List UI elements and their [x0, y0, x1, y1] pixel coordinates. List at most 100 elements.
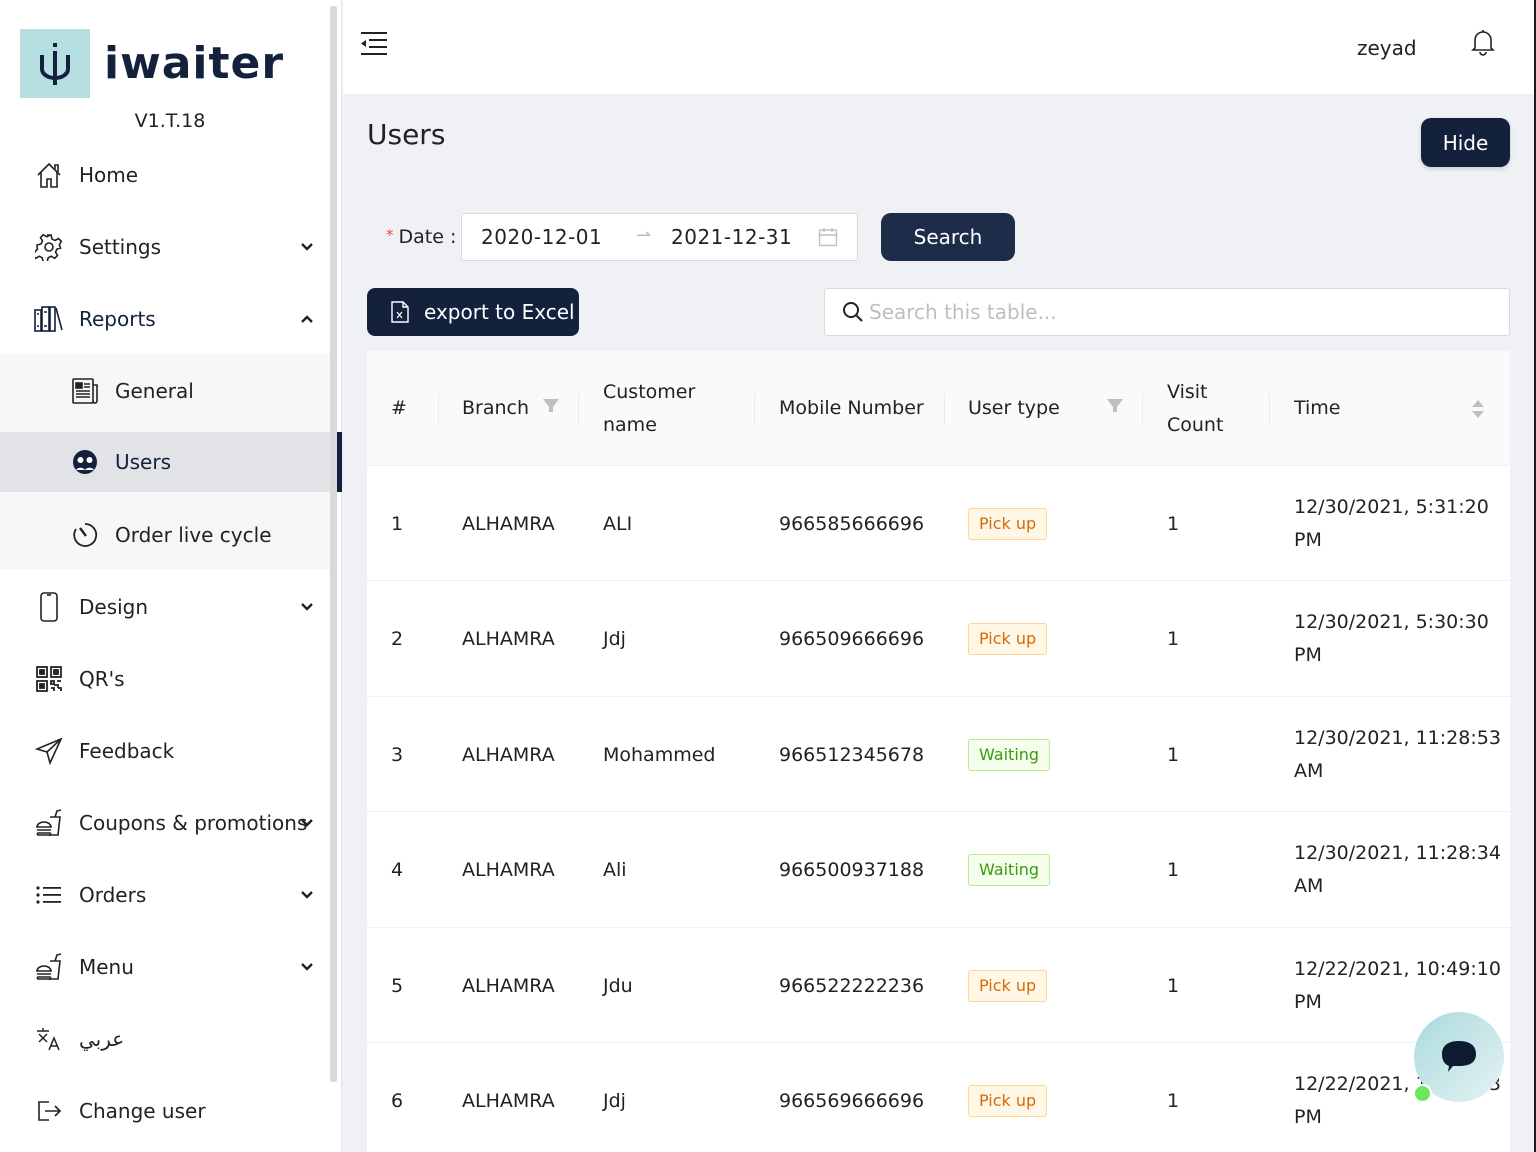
sidebar-item-language[interactable]: عربي	[0, 1009, 336, 1069]
cell-visit-count: 1	[1167, 1090, 1180, 1112]
cell-time: 12/30/2021, 5:31:20 PM	[1294, 495, 1489, 551]
users-table: # Branch Customer name Mobile Number Use…	[367, 351, 1510, 1152]
sidebar-item-feedback[interactable]: Feedback	[0, 721, 336, 781]
table-row[interactable]: 2 ALHAMRA Jdj 966509666696 Pick up 1 12/30/202…	[367, 582, 1510, 697]
sidebar-item-label: Reports	[79, 307, 156, 331]
column-header-mobile-number: Mobile Number	[779, 397, 924, 419]
cell-number: 2	[391, 628, 404, 650]
column-header-customer-name: Customer name	[603, 380, 696, 436]
fast-food-icon	[34, 808, 64, 838]
label-colon: :	[443, 226, 457, 248]
table-row[interactable]: 3 ALHAMRA Mohammed 966512345678 Waiting 1 12/3…	[367, 697, 1510, 812]
date-to-input[interactable]: 2021-12-31	[671, 225, 792, 249]
books-icon	[34, 304, 64, 334]
username[interactable]: zeyad	[1357, 36, 1417, 60]
cell-number: 6	[391, 1090, 404, 1112]
send-icon	[34, 736, 64, 766]
export-excel-button[interactable]: export to Excel	[367, 288, 579, 336]
sidebar-item-coupons-promotions[interactable]: Coupons & promotions	[0, 793, 336, 853]
sidebar-item-orders[interactable]: Orders	[0, 865, 336, 925]
logo[interactable]: iwaiter	[20, 29, 284, 98]
sidebar-item-label: QR's	[79, 667, 125, 691]
online-status-dot	[1413, 1084, 1432, 1103]
chevron-down-icon	[297, 813, 317, 833]
sidebar-item-general[interactable]: General	[0, 361, 336, 421]
column-divider	[754, 393, 755, 426]
sidebar-item-change-user[interactable]: Change user	[0, 1081, 336, 1141]
sidebar-item-qrs[interactable]: QR's	[0, 649, 336, 709]
sidebar-item-settings[interactable]: Settings	[0, 217, 336, 277]
filter-icon[interactable]	[543, 399, 559, 417]
table-row[interactable]: 6 ALHAMRA Jdj 966569666696 Pick up 1 12/22/202…	[367, 1044, 1510, 1152]
sidebar-item-label: Users	[115, 450, 172, 474]
cell-time: 12/30/2021, 5:30:30 PM	[1294, 611, 1489, 666]
search-icon	[842, 301, 866, 325]
cell-user-type: Pick up	[968, 582, 1048, 697]
sort-icon[interactable]	[1471, 399, 1485, 419]
sidebar-item-label: Design	[79, 595, 149, 619]
calendar-icon[interactable]	[818, 227, 840, 249]
timer-icon	[70, 520, 100, 550]
sidebar-item-label: Settings	[79, 235, 162, 259]
column-divider	[1269, 393, 1270, 426]
table-header: # Branch Customer name Mobile Number Use…	[367, 351, 1510, 466]
search-button[interactable]: Search	[881, 213, 1015, 261]
date-from-input[interactable]: 2020-12-01	[481, 225, 602, 249]
column-header-number: #	[391, 397, 407, 419]
cell-branch: ALHAMRA	[462, 743, 555, 766]
cell-user-type: Pick up	[968, 466, 1048, 581]
sidebar-item-users[interactable]: Users	[0, 432, 336, 492]
column-divider	[438, 393, 439, 426]
cell-mobile-number: 966569666696	[779, 1090, 925, 1112]
cell-customer-name: Jdu	[603, 974, 633, 997]
sidebar-item-design[interactable]: Design	[0, 577, 336, 637]
table-search-box[interactable]	[824, 288, 1510, 336]
sidebar-item-label: General	[115, 379, 194, 403]
menu-fold-icon[interactable]	[359, 30, 389, 60]
sidebar-item-label: Orders	[79, 883, 147, 907]
translate-icon	[34, 1024, 64, 1054]
sidebar-scrollbar[interactable]	[330, 6, 337, 1082]
column-header-user-type: User type	[968, 397, 1060, 419]
sidebar-item-label: Coupons & promotions	[79, 811, 308, 835]
logo-mark-icon	[20, 29, 90, 98]
sidebar-item-order-live-cycle[interactable]: Order live cycle	[0, 505, 336, 565]
bell-icon[interactable]	[1470, 28, 1496, 56]
cell-mobile-number: 966500937188	[779, 859, 925, 881]
sidebar-item-home[interactable]: Home	[0, 145, 336, 205]
column-divider	[944, 393, 945, 426]
chevron-up-icon	[297, 309, 317, 329]
app-root: iwaiter V1.T.18 Home Settings Reports Ge…	[0, 0, 1536, 1152]
chevron-down-icon	[297, 957, 317, 977]
sidebar-item-reports[interactable]: Reports	[0, 289, 336, 349]
logout-icon	[34, 1096, 64, 1126]
chevron-down-icon	[297, 597, 317, 617]
cell-number: 4	[391, 859, 404, 881]
chevron-down-icon	[297, 885, 317, 905]
table-row[interactable]: 4 ALHAMRA Ali 966500937188 Waiting 1 12/30/202…	[367, 813, 1510, 928]
sidebar-item-menu[interactable]: Menu	[0, 937, 336, 997]
table-row[interactable]: 5 ALHAMRA Jdu 966522222236 Pick up 1 12/22/202…	[367, 928, 1510, 1043]
cell-visit-count: 1	[1167, 974, 1180, 997]
cell-customer-name: Jdj	[603, 628, 626, 650]
user-type-tag: Waiting	[968, 854, 1051, 886]
table-row[interactable]: 1 ALHAMRA ALI 966585666696 Pick up 1 12/30/202…	[367, 466, 1510, 581]
cell-branch: ALHAMRA	[462, 974, 555, 997]
cell-visit-count: 1	[1167, 859, 1180, 881]
column-divider	[1142, 393, 1143, 426]
column-header-visit-count: Visit Count	[1167, 380, 1224, 436]
cell-mobile-number: 966585666696	[779, 512, 925, 535]
user-type-tag: Waiting	[968, 738, 1051, 771]
filter-icon[interactable]	[1107, 399, 1123, 417]
cell-customer-name: Mohammed	[603, 743, 716, 766]
page-title: Users	[367, 118, 446, 151]
gear-icon	[34, 232, 64, 262]
hide-button[interactable]: Hide	[1421, 118, 1510, 167]
chat-bubble-icon	[1442, 1041, 1476, 1072]
date-range-picker[interactable]: 2020-12-01 ⇀ 2021-12-31	[461, 213, 858, 261]
cell-visit-count: 1	[1167, 512, 1180, 535]
column-header-time[interactable]: Time	[1294, 351, 1341, 466]
cell-branch: ALHAMRA	[462, 512, 555, 535]
cell-number: 5	[391, 974, 404, 997]
table-search-input[interactable]	[869, 295, 1489, 329]
